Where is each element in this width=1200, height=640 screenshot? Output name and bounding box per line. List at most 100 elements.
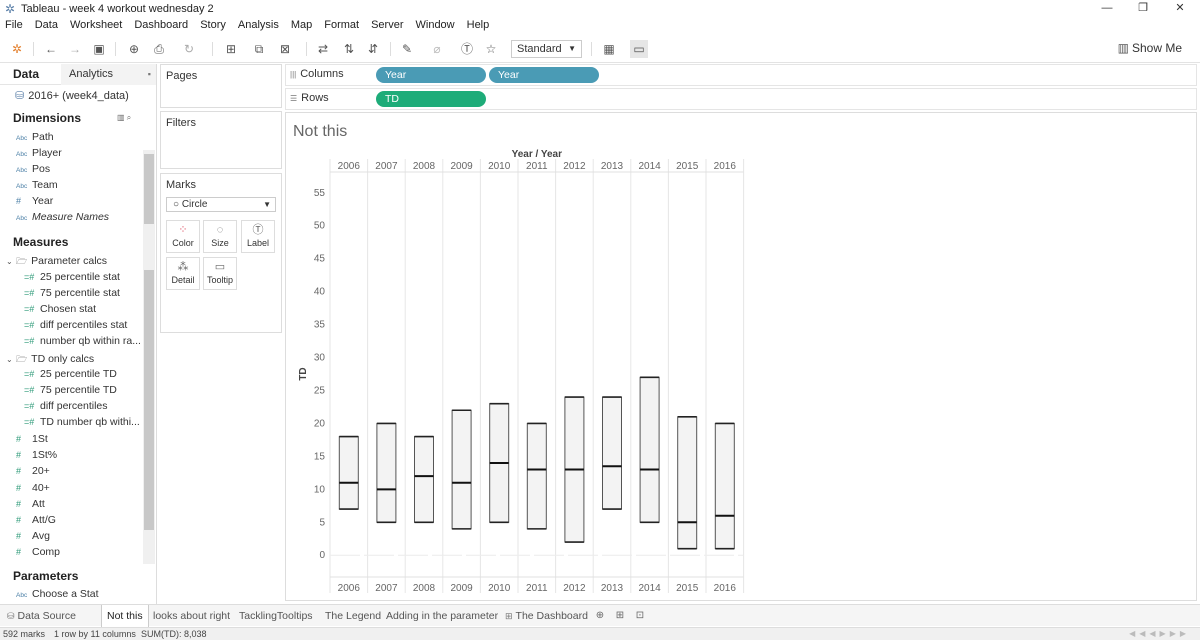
tab-the-legend[interactable]: The Legend (320, 605, 386, 627)
measure-icon: =# (24, 304, 35, 314)
menu-worksheet[interactable]: Worksheet (64, 17, 128, 34)
measure-td-number-qb-within[interactable]: =# TD number qb withi... (24, 416, 140, 428)
measure-att[interactable]: # Att (16, 498, 45, 510)
new-datasource-icon[interactable]: ⊕ (125, 40, 143, 58)
box-plot-chart: Year / Year 0 5 10 15 20 25 30 35 40 45 50 55 TD 2006 2… (298, 149, 745, 594)
sort-descending-icon[interactable]: ⇵ (364, 40, 382, 58)
tab-data[interactable]: Data (13, 67, 39, 81)
menu-help[interactable]: Help (461, 17, 496, 34)
menu-server[interactable]: Server (365, 17, 409, 34)
columns-pill-year-2[interactable]: Year (489, 67, 599, 83)
dimension-team[interactable]: Abc Team (16, 179, 58, 191)
dimension-pos[interactable]: Abc Pos (16, 163, 50, 175)
tab-not-this[interactable]: Not this (101, 605, 149, 627)
dimension-year[interactable]: # Year (16, 195, 53, 207)
dimension-measure-names[interactable]: Abc Measure Names (16, 211, 109, 223)
rows-shelf[interactable]: ☰ Rows TD (285, 88, 1197, 110)
close-icon[interactable]: ✕ (1160, 0, 1200, 17)
detail-button[interactable]: ⁂ Detail (166, 257, 200, 290)
sort-ascending-icon[interactable]: ⇅ (340, 40, 358, 58)
folder-td-only-calcs[interactable]: ⌄ 🗁 TD only calcs (6, 352, 94, 368)
filters-card[interactable]: Filters (160, 111, 282, 169)
measure-25-percentile-stat[interactable]: =# 25 percentile stat (24, 271, 120, 283)
menu-dashboard[interactable]: Dashboard (128, 17, 194, 34)
pin-icon[interactable]: ☆ (482, 40, 500, 58)
measure-40-plus[interactable]: #40+ (16, 482, 50, 494)
menu-window[interactable]: Window (410, 17, 461, 34)
scrollbar-thumb[interactable] (144, 154, 154, 224)
dimension-path[interactable]: Abc Path (16, 131, 54, 143)
measure-25-percentile-td[interactable]: =# 25 percentile TD (24, 368, 117, 380)
data-pane-scrollbar[interactable]: ▼ (143, 150, 155, 604)
color-button[interactable]: ⁘ Color (166, 220, 200, 253)
x-tick-label-top: 2008 (413, 161, 436, 172)
new-worksheet-icon[interactable]: ⊞ (222, 40, 240, 58)
measure-number-qb-within-range[interactable]: =# number qb within ra... (24, 335, 141, 347)
measure-75-percentile-stat[interactable]: =# 75 percentile stat (24, 287, 120, 299)
size-button[interactable]: ◌ Size (203, 220, 237, 253)
columns-shelf[interactable]: ||| Columns Year Year (285, 64, 1197, 86)
tab-looks-about-right[interactable]: looks about right (148, 605, 235, 627)
folder-parameter-calcs[interactable]: ⌄ 🗁 Parameter calcs (6, 254, 107, 270)
measure-diff-percentiles[interactable]: =# diff percentiles (24, 400, 108, 412)
mark-type-select[interactable]: ○ Circle ▼ (166, 197, 276, 212)
undo-icon[interactable]: ← (42, 40, 60, 58)
label-button[interactable]: Ⓣ Label (241, 220, 275, 253)
measure-chosen-stat[interactable]: =# Chosen stat (24, 303, 96, 315)
datasource-item[interactable]: ⛁ 2016+ (week4_data) (15, 89, 129, 102)
columns-pill-year[interactable]: Year (376, 67, 486, 83)
tab-tackling-tooltips[interactable]: TacklingTooltips (234, 605, 318, 627)
new-worksheet-icon[interactable]: ⊕ (593, 609, 607, 623)
fit-select[interactable]: Standard ▼ (511, 40, 582, 58)
new-story-icon[interactable]: ⊡ (633, 609, 647, 623)
measure-75-percentile-td[interactable]: =# 75 percentile TD (24, 384, 117, 396)
parameter-choose-a-stat[interactable]: Abc Choose a Stat (16, 588, 99, 600)
scrollbar-thumb[interactable] (144, 270, 154, 530)
clear-sheet-icon[interactable]: ⊠ (276, 40, 294, 58)
box-body (526, 422, 547, 530)
y-tick-label: 25 (314, 385, 326, 396)
show-me-button[interactable]: ▥ Show Me (1118, 41, 1182, 55)
sheet-nav-arrows[interactable]: ◀◀◀▶▶▶ (1129, 629, 1190, 638)
menu-story[interactable]: Story (194, 17, 232, 34)
measure-20-plus[interactable]: #20+ (16, 465, 50, 477)
menu-file[interactable]: File (0, 17, 29, 34)
measure-att-g[interactable]: # Att/G (16, 514, 56, 526)
highlight-icon[interactable]: ✎ (398, 40, 416, 58)
collapse-icon: ⌄ (6, 355, 13, 364)
menu-map[interactable]: Map (285, 17, 318, 34)
menu-format[interactable]: Format (318, 17, 365, 34)
measure-diff-percentiles-stat[interactable]: =# diff percentiles stat (24, 319, 127, 331)
restore-icon[interactable]: ❐ (1123, 0, 1163, 17)
group-icon[interactable]: ⌀ (428, 40, 446, 58)
tab-data-source[interactable]: ⛁ Data Source (2, 605, 81, 627)
measure-avg[interactable]: # Avg (16, 530, 50, 542)
dimension-player[interactable]: Abc Player (16, 147, 62, 159)
tooltip-button[interactable]: ▭ Tooltip (203, 257, 237, 290)
measure-comp[interactable]: # Comp (16, 546, 60, 558)
duplicate-icon[interactable]: ⧉ (250, 40, 268, 58)
pages-card[interactable]: Pages (160, 64, 282, 108)
measure-1st[interactable]: #1St (16, 433, 48, 445)
presentation-mode-icon[interactable]: ▭ (630, 40, 648, 58)
toolbar-divider (390, 42, 391, 56)
refresh-icon[interactable]: ↻ (180, 40, 198, 58)
pause-updates-icon[interactable]: ⎙ (150, 40, 168, 58)
menu-analysis[interactable]: Analysis (232, 17, 285, 34)
tab-the-dashboard[interactable]: ⊞ The Dashboard (500, 605, 593, 627)
minimize-icon[interactable]: — (1087, 0, 1127, 17)
measure-1st-pct[interactable]: #1St% (16, 449, 57, 461)
view-options-icon[interactable]: ▥ ⌕ (117, 113, 131, 123)
swap-icon[interactable]: ⇄ (314, 40, 332, 58)
new-dashboard-icon[interactable]: ⊞ (613, 609, 627, 623)
minimize-pane-icon[interactable]: ▪ (148, 64, 151, 85)
tab-analytics[interactable]: Analytics ▪ (61, 64, 156, 85)
save-icon[interactable]: ▣ (90, 40, 108, 58)
menu-data[interactable]: Data (29, 17, 64, 34)
tableau-home-icon[interactable]: ✲ (8, 40, 26, 58)
show-cards-icon[interactable]: ▦ (600, 40, 618, 58)
labels-icon[interactable]: Ⓣ (458, 40, 476, 58)
redo-icon[interactable]: → (66, 40, 84, 58)
tab-adding-in-the-parameter[interactable]: Adding in the parameter (381, 605, 503, 627)
rows-pill-td[interactable]: TD (376, 91, 486, 107)
